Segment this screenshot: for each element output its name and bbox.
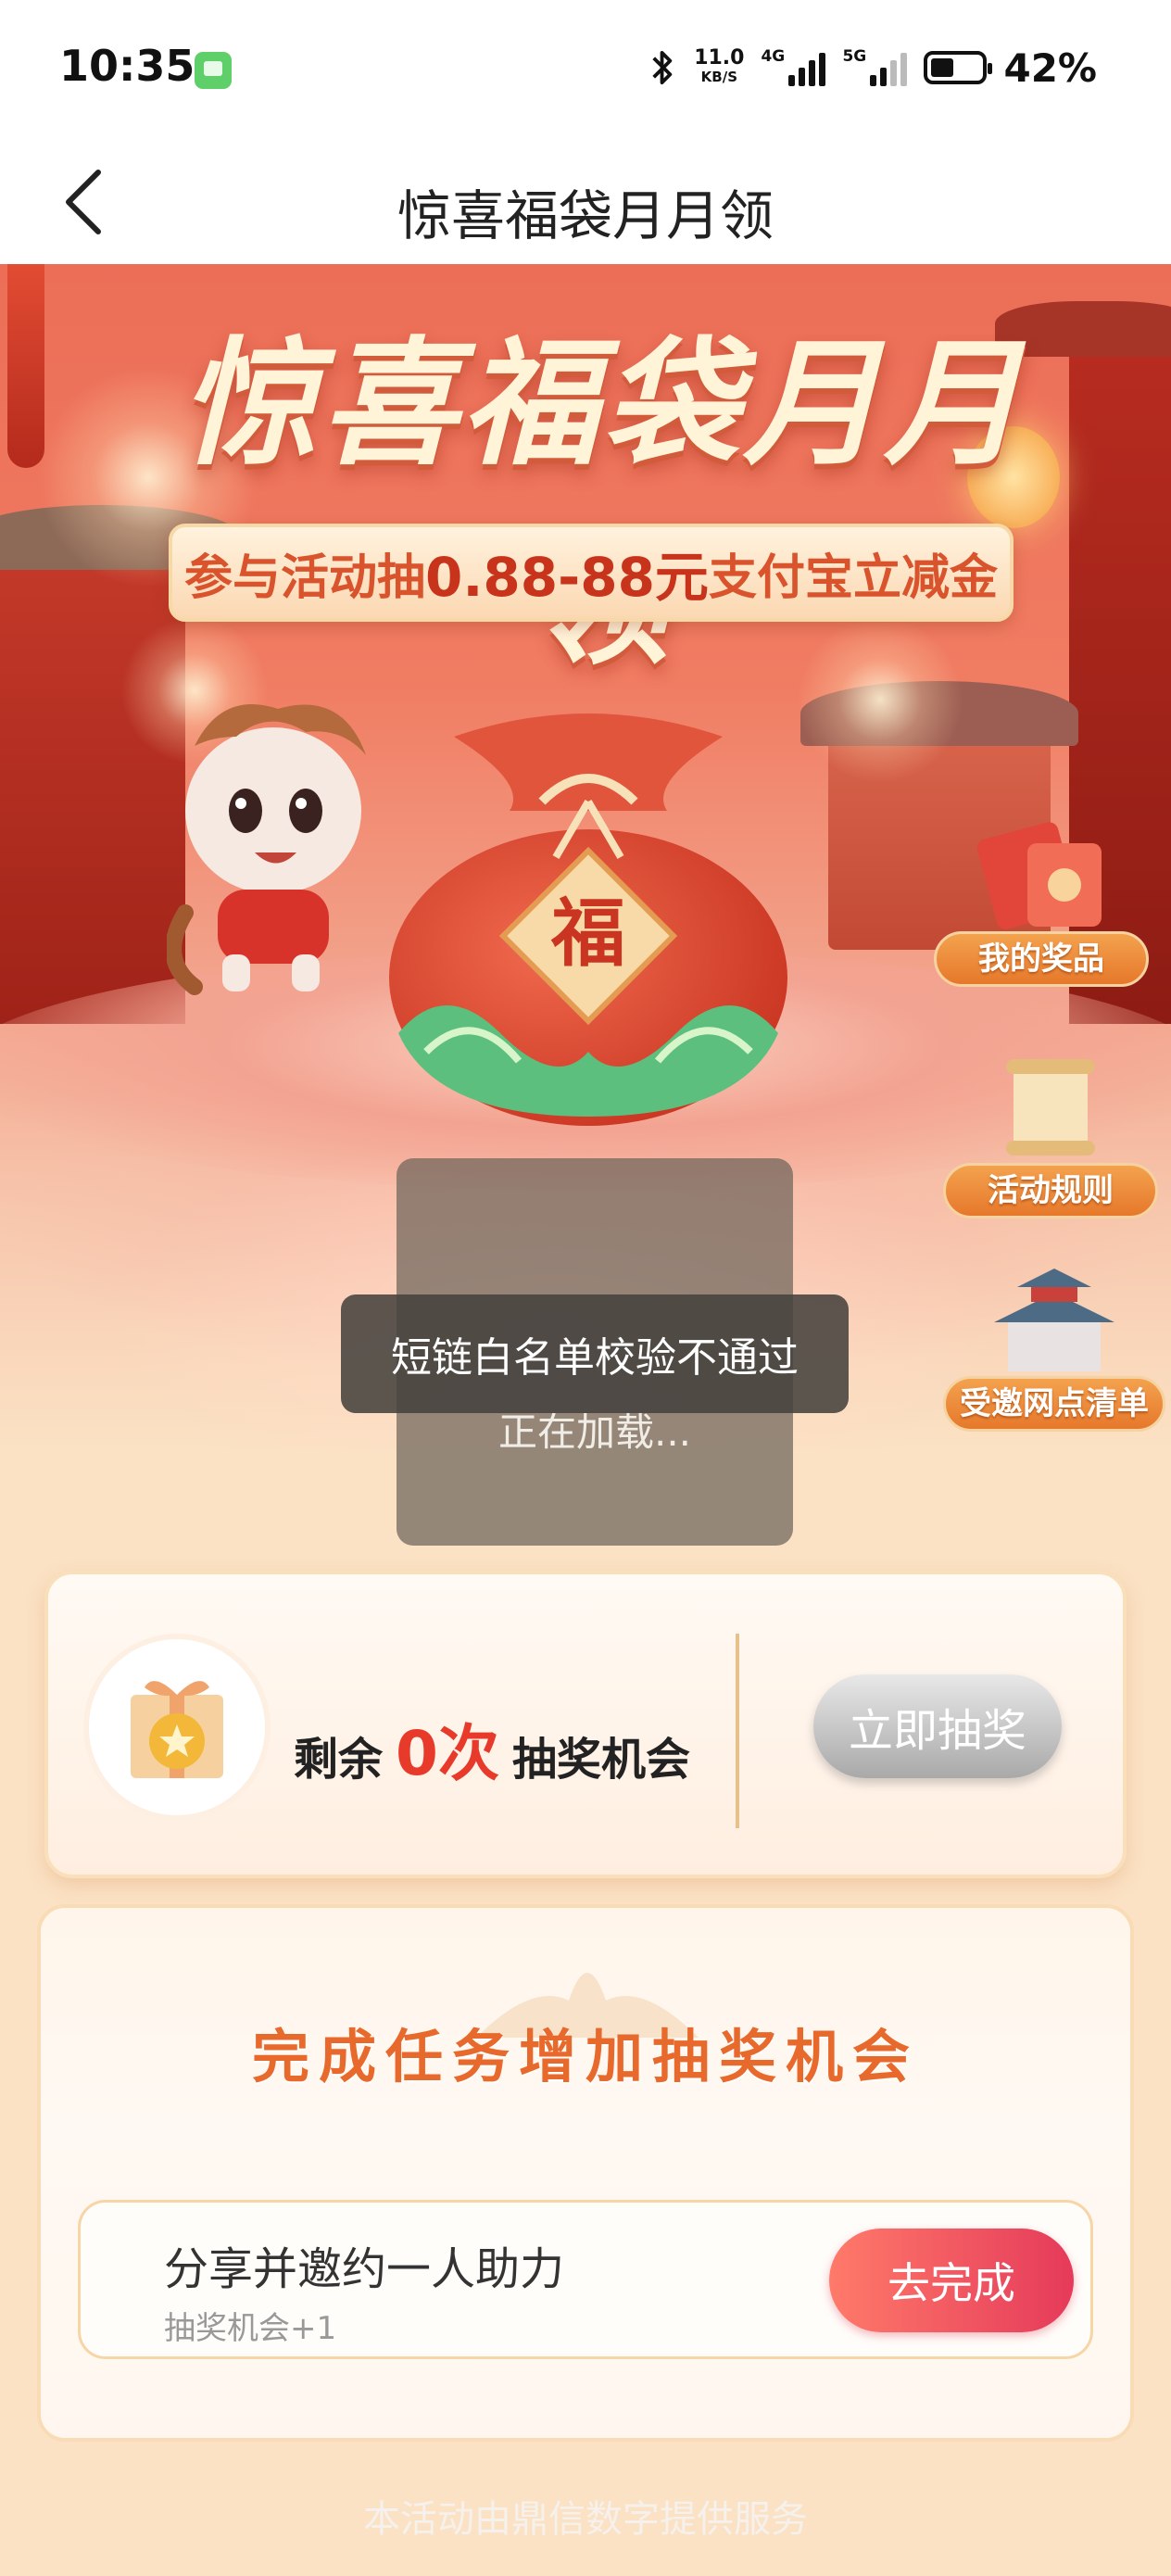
bag-fu-char: 福	[550, 890, 625, 977]
net-speed: 11.0 KB/S	[694, 46, 745, 86]
battery-icon	[924, 51, 993, 84]
task-card: 完成任务增加抽奖机会 分享并邀约一人助力 抽奖机会+1 去完成	[37, 1904, 1134, 2442]
battery-percent: 42%	[1003, 44, 1097, 91]
task-reward: 抽奖机会+1	[164, 2310, 337, 2347]
banner-title: 惊喜福袋月月领	[180, 322, 1025, 683]
status-bar: 10:35 11.0 KB/S 4G 5G 42%	[0, 0, 1171, 139]
signal-5g-icon: 5G	[842, 47, 908, 86]
invited-outlets-label: 受邀网点清单	[943, 1376, 1165, 1432]
error-toast: 短链白名单校验不通过	[341, 1294, 849, 1413]
invited-outlets-button[interactable]: 受邀网点清单	[943, 1265, 1165, 1432]
my-prizes-button[interactable]: 我的奖品	[934, 820, 1149, 987]
gift-box-icon	[89, 1639, 265, 1815]
lucky-bag-icon: 福	[389, 713, 787, 1126]
pavilion-icon	[994, 1269, 1114, 1371]
page-title: 惊喜福袋月月领	[397, 184, 774, 247]
my-prizes-label: 我的奖品	[934, 931, 1149, 987]
status-time: 10:35	[59, 41, 195, 91]
status-indicators: 11.0 KB/S 4G 5G 42%	[649, 44, 1097, 91]
nav-bar: 惊喜福袋月月领	[0, 139, 1171, 264]
go-complete-button[interactable]: 去完成	[829, 2229, 1074, 2332]
draw-now-button[interactable]: 立即抽奖	[813, 1674, 1062, 1778]
task-heading: 完成任务增加抽奖机会	[251, 2023, 919, 2090]
activity-rules-label: 活动规则	[943, 1163, 1158, 1219]
divider	[736, 1634, 739, 1828]
horse-mascot-icon	[167, 704, 366, 995]
scroll-icon	[1006, 1059, 1095, 1155]
message-app-icon	[195, 52, 232, 89]
task-item: 分享并邀约一人助力 抽奖机会+1 去完成	[78, 2200, 1093, 2359]
signal-4g-icon: 4G	[761, 47, 826, 86]
red-envelope-icon	[976, 822, 1102, 929]
lottery-card: 剩余 0次 抽奖机会 立即抽奖	[44, 1571, 1127, 1878]
footer-text: 本活动由鼎信数字提供服务	[363, 2498, 808, 2541]
tassel-decoration	[7, 264, 44, 468]
activity-rules-button[interactable]: 活动规则	[943, 1052, 1158, 1219]
task-name: 分享并邀约一人助力	[164, 2243, 565, 2295]
chance-count: 0次	[396, 1718, 499, 1789]
banner-subtitle: 参与活动抽 0.88-88元 支付宝立减金	[169, 524, 1014, 622]
remaining-chances: 剩余 0次 抽奖机会	[294, 1704, 690, 1793]
bluetooth-icon	[652, 50, 673, 85]
